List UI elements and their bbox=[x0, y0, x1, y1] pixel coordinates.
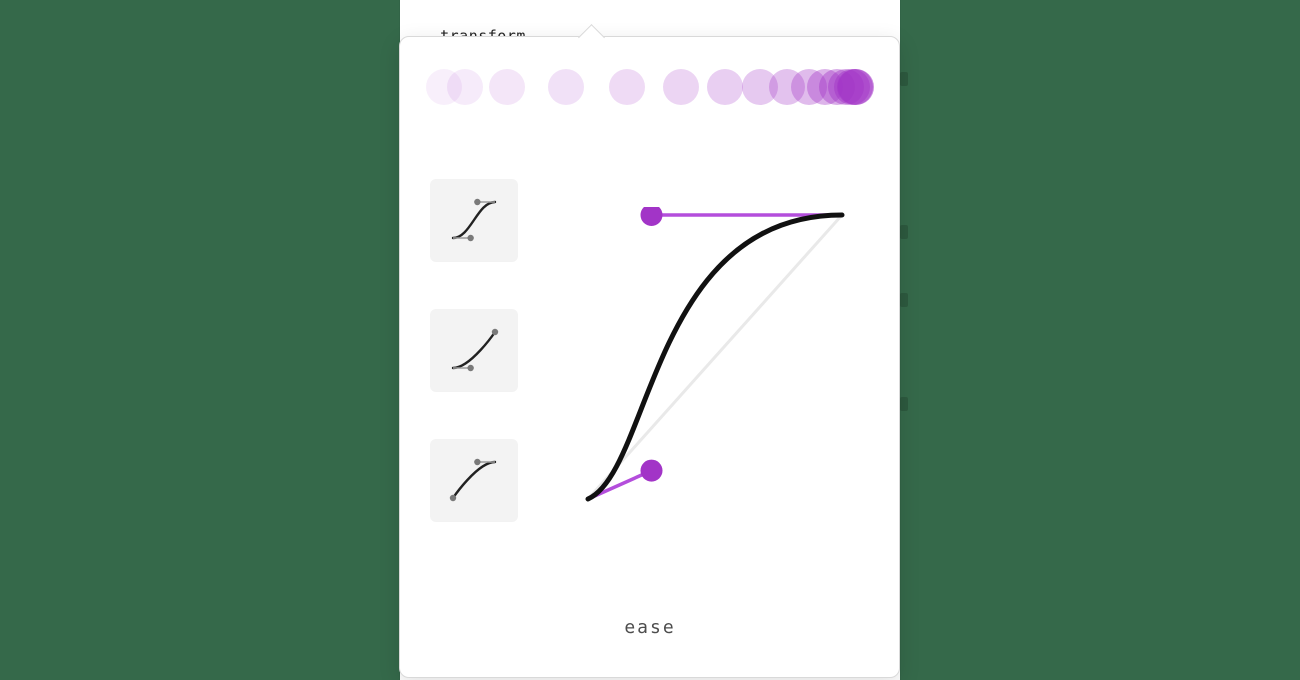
edge-mark bbox=[900, 225, 908, 239]
edge-mark bbox=[900, 397, 908, 411]
preview-frame-ball bbox=[838, 69, 874, 105]
preset-ease-in[interactable] bbox=[430, 309, 518, 391]
easing-preview-strip bbox=[426, 63, 874, 111]
css-code-line: transform 350ms ease ; bbox=[400, 0, 902, 24]
bezier-curve-editor[interactable] bbox=[580, 207, 850, 507]
preview-frame-ball bbox=[489, 69, 525, 105]
curve-icon bbox=[439, 318, 509, 382]
bezier-handle-p2[interactable] bbox=[641, 207, 663, 226]
preview-frame-ball bbox=[707, 69, 743, 105]
preview-frame-ball bbox=[663, 69, 699, 105]
edge-mark bbox=[900, 72, 908, 86]
preview-frame-ball bbox=[609, 69, 645, 105]
popover-arrow-icon bbox=[578, 24, 605, 51]
preset-ease-in-out[interactable] bbox=[430, 179, 518, 261]
preview-frame-ball bbox=[447, 69, 483, 105]
preview-frame-ball bbox=[548, 69, 584, 105]
bezier-editor-popover: ease bbox=[399, 36, 900, 678]
preset-list bbox=[430, 179, 522, 521]
bezier-handle-p1[interactable] bbox=[641, 460, 663, 482]
devtools-bezier-stage: transform 350ms ease ; ease bbox=[400, 0, 900, 680]
curve-icon bbox=[439, 448, 509, 512]
bezier-canvas bbox=[580, 207, 850, 507]
curve-icon bbox=[439, 188, 509, 252]
preset-ease-out[interactable] bbox=[430, 439, 518, 521]
curve-name-label: ease bbox=[400, 617, 900, 638]
edge-mark bbox=[900, 293, 908, 307]
